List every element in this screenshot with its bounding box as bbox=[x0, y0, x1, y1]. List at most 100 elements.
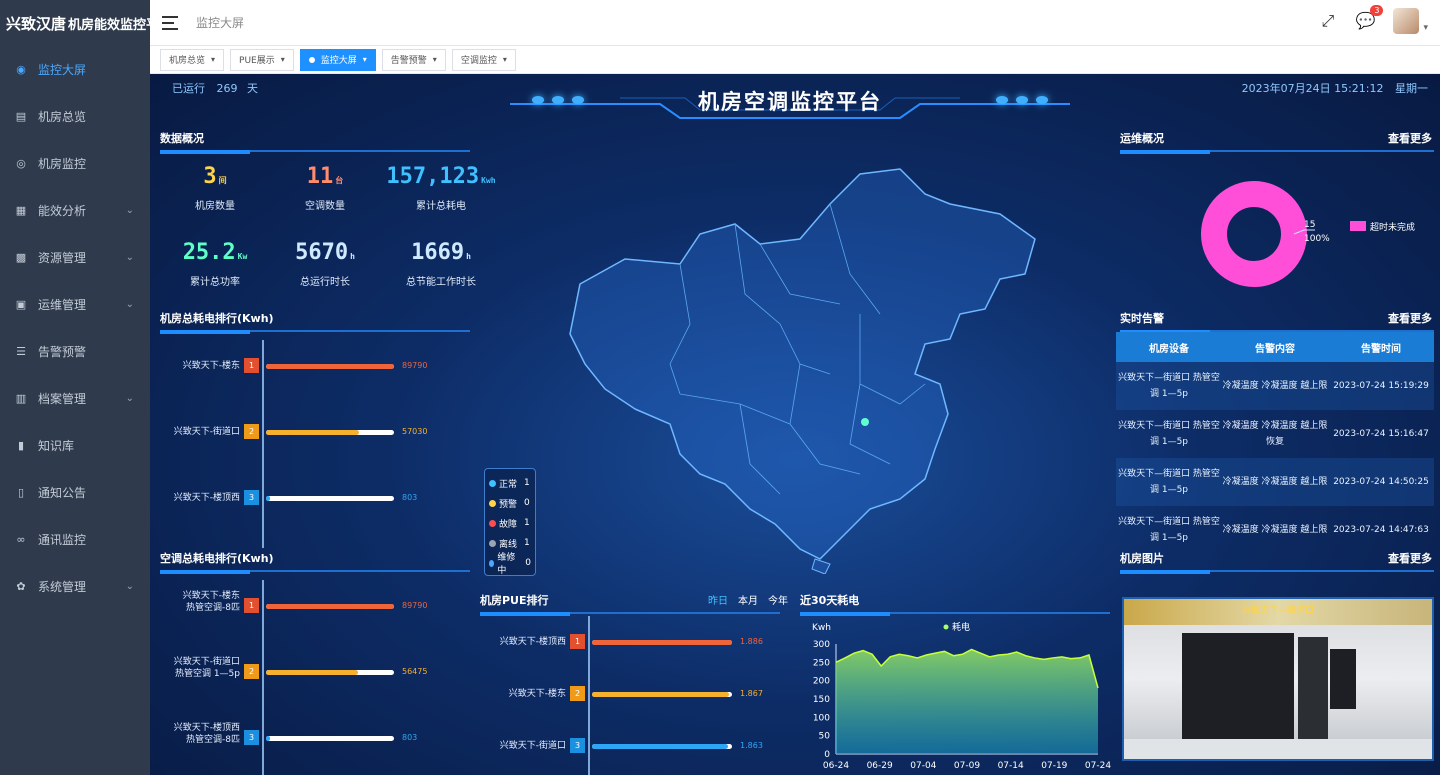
sidebar-item-3[interactable]: ▦ 能效分析 ⌄ bbox=[0, 187, 150, 234]
chevron-down-icon[interactable]: ▾ bbox=[433, 55, 437, 64]
alarm-row[interactable]: 兴致天下—街道口 热管空调 1—5p 冷凝温度 冷凝温度 越上限 恢复 2023-0… bbox=[1116, 410, 1434, 458]
chevron-down-icon: ⌄ bbox=[125, 252, 134, 263]
rank-value: 1.886 bbox=[740, 637, 763, 646]
gear-icon: ✿ bbox=[16, 580, 26, 593]
grid-icon: ▩ bbox=[15, 251, 27, 264]
sidebar-item-label: 告警预警 bbox=[38, 345, 87, 359]
stat-label: 总节能工作时长 bbox=[406, 277, 476, 288]
room-photo[interactable]: 兴致天下—街道口 bbox=[1122, 597, 1434, 761]
legend-count: 1 bbox=[524, 518, 530, 528]
chevron-down-icon[interactable]: ▾ bbox=[1423, 23, 1428, 33]
pue-filter-2[interactable]: 今年 bbox=[768, 592, 788, 607]
alarm-row[interactable]: 兴致天下—街道口 热管空调 1—5p 冷凝温度 冷凝温度 越上限 2023-07-2… bbox=[1116, 506, 1434, 542]
legend-item[interactable]: 预警 0 bbox=[489, 493, 531, 513]
sidebar-item-10[interactable]: ∞ 通讯监控 bbox=[0, 516, 150, 563]
rank-tag: 2 bbox=[244, 424, 259, 439]
alarm-row[interactable]: 兴致天下—街道口 热管空调 1—5p 冷凝温度 冷凝温度 越上限 2023-07-2… bbox=[1116, 458, 1434, 506]
rank-value: 1.863 bbox=[740, 741, 763, 750]
legend-item[interactable]: 维修中 0 bbox=[489, 553, 531, 576]
ac-rank-title-text: 空调总耗电排行(Kwh) bbox=[160, 552, 274, 565]
sidebar-item-8[interactable]: ▮ 知识库 bbox=[0, 422, 150, 469]
stat-unit: 台 bbox=[335, 176, 344, 185]
legend-item[interactable]: 正常 1 bbox=[489, 473, 531, 493]
tab-4[interactable]: 空调监控 ▾ bbox=[451, 48, 516, 71]
consumption-chart: Kwh 耗电 0 50 100 150 200 250 300 06-24 06-29 07-04 07… bbox=[812, 621, 1111, 771]
sidebar-item-11[interactable]: ✿ 系统管理 ⌄ bbox=[0, 563, 150, 610]
message-icon[interactable]: 💬 3 bbox=[1355, 5, 1384, 31]
active-dot-icon bbox=[308, 56, 315, 63]
rank-name: 兴致天下-楼顶西 bbox=[480, 636, 566, 648]
datetime-value: 2023年07月24日 15:21:12 bbox=[1241, 82, 1384, 95]
runtime-value: 269 bbox=[216, 82, 238, 95]
tab-2[interactable]: 监控大屏 ▾ bbox=[299, 48, 376, 71]
tab-label: 空调监控 bbox=[460, 56, 497, 66]
tab-0[interactable]: 机房总览 ▾ bbox=[160, 48, 225, 71]
donut-value: 15 bbox=[1304, 220, 1316, 230]
legend-swatch bbox=[489, 519, 496, 527]
chevron-down-icon[interactable]: ▾ bbox=[503, 55, 507, 64]
message-badge: 3 bbox=[1370, 5, 1384, 16]
legend-item[interactable]: 故障 1 bbox=[489, 513, 531, 533]
rank-bar bbox=[592, 692, 730, 697]
stat-label: 累计总耗电 bbox=[416, 201, 466, 212]
runtime-label: 已运行 bbox=[172, 82, 205, 95]
sidebar-item-1[interactable]: ▤ 机房总览 bbox=[0, 93, 150, 140]
rank-tag: 3 bbox=[244, 730, 259, 745]
logo[interactable]: 兴致汉唐 机房能效监控平台 bbox=[0, 0, 150, 46]
rank-track bbox=[266, 496, 394, 501]
sidebar-item-label: 机房总览 bbox=[38, 110, 87, 124]
rank-track bbox=[266, 670, 394, 675]
photo-title: 机房图片 bbox=[1120, 550, 1434, 574]
page-title: 机房空调监控平台 bbox=[698, 90, 882, 114]
sidebar-item-7[interactable]: ▥ 档案管理 ⌄ bbox=[0, 375, 150, 422]
sidebar-item-9[interactable]: ▯ 通知公告 bbox=[0, 469, 150, 516]
sidebar-item-6[interactable]: ☰ 告警预警 bbox=[0, 328, 150, 375]
alarm-cell-content: 冷凝温度 冷凝温度 越上限 bbox=[1222, 525, 1328, 535]
tab-3[interactable]: 告警预警 ▾ bbox=[381, 48, 446, 71]
stat-value-row: 3间 bbox=[160, 164, 270, 189]
pue-filter-0[interactable]: 昨日 bbox=[708, 592, 728, 607]
alarm-row[interactable]: 兴致天下—街道口 热管空调 1—5p 冷凝温度 冷凝温度 越上限 2023-07-2… bbox=[1116, 362, 1434, 410]
close-icon[interactable]: ▾ bbox=[363, 55, 367, 64]
sidebar-item-0[interactable]: ◉ 监控大屏 bbox=[0, 46, 150, 93]
ops-title-text: 运维概况 bbox=[1120, 132, 1164, 145]
menu-toggle-icon[interactable] bbox=[162, 15, 178, 30]
rank-name-line2: 热管空调 1—5p bbox=[174, 669, 240, 679]
alarm-more-link[interactable]: 查看更多 bbox=[1388, 310, 1432, 326]
stat-1: 11 台空调数量 bbox=[270, 164, 380, 212]
ops-more-link[interactable]: 查看更多 bbox=[1388, 130, 1432, 146]
chevron-down-icon[interactable]: ▾ bbox=[211, 55, 215, 64]
legend-label: 预警 bbox=[499, 499, 518, 510]
photo-more-link[interactable]: 查看更多 bbox=[1388, 550, 1432, 566]
avatar[interactable] bbox=[1393, 8, 1420, 34]
sidebar-item-5[interactable]: ▣ 运维管理 ⌄ bbox=[0, 281, 150, 328]
chevron-down-icon: ⌄ bbox=[125, 393, 134, 404]
legend-label: 故障 bbox=[499, 519, 518, 530]
rank-name: 兴致天下-楼顶西 bbox=[160, 492, 240, 504]
rank-tag: 1 bbox=[244, 358, 259, 373]
legend-label: 维修中 bbox=[497, 553, 516, 576]
alarm-table-body: 兴致天下—街道口 热管空调 1—5p 冷凝温度 冷凝温度 越上限 2023-07-2… bbox=[1116, 362, 1434, 542]
rank-tag: 1 bbox=[244, 598, 259, 613]
map-marker[interactable] bbox=[861, 418, 869, 426]
china-map[interactable] bbox=[530, 164, 1050, 574]
sidebar-item-label: 档案管理 bbox=[38, 392, 87, 406]
pue-title-text: 机房PUE排行 bbox=[480, 594, 549, 607]
sidebar-item-2[interactable]: ◎ 机房监控 bbox=[0, 140, 150, 187]
rank-tag: 3 bbox=[570, 738, 585, 753]
alarm-cell-time: 2023-07-24 15:16:47 bbox=[1333, 429, 1429, 439]
tab-1[interactable]: PUE展示 ▾ bbox=[230, 48, 294, 71]
fullscreen-icon[interactable]: ⤢ bbox=[1321, 13, 1337, 29]
overview-title: 数据概况 bbox=[160, 130, 470, 154]
pue-filter-1[interactable]: 本月 bbox=[738, 592, 758, 607]
rank-bar bbox=[266, 670, 359, 675]
sidebar-item-4[interactable]: ▩ 资源管理 ⌄ bbox=[0, 234, 150, 281]
rank-name: 兴致天下-楼顶西 热管空调-8匹 bbox=[160, 722, 240, 746]
rank-bar bbox=[266, 496, 270, 501]
rank-name-line: 兴致天下-楼东 bbox=[508, 689, 566, 699]
legend-swatch bbox=[489, 499, 496, 507]
overview-icon: ▤ bbox=[15, 110, 27, 123]
rank-name-line: 兴致天下-街道口 bbox=[173, 427, 240, 437]
chevron-down-icon[interactable]: ▾ bbox=[281, 55, 285, 64]
logo-brand: 兴致汉唐 bbox=[6, 14, 67, 33]
